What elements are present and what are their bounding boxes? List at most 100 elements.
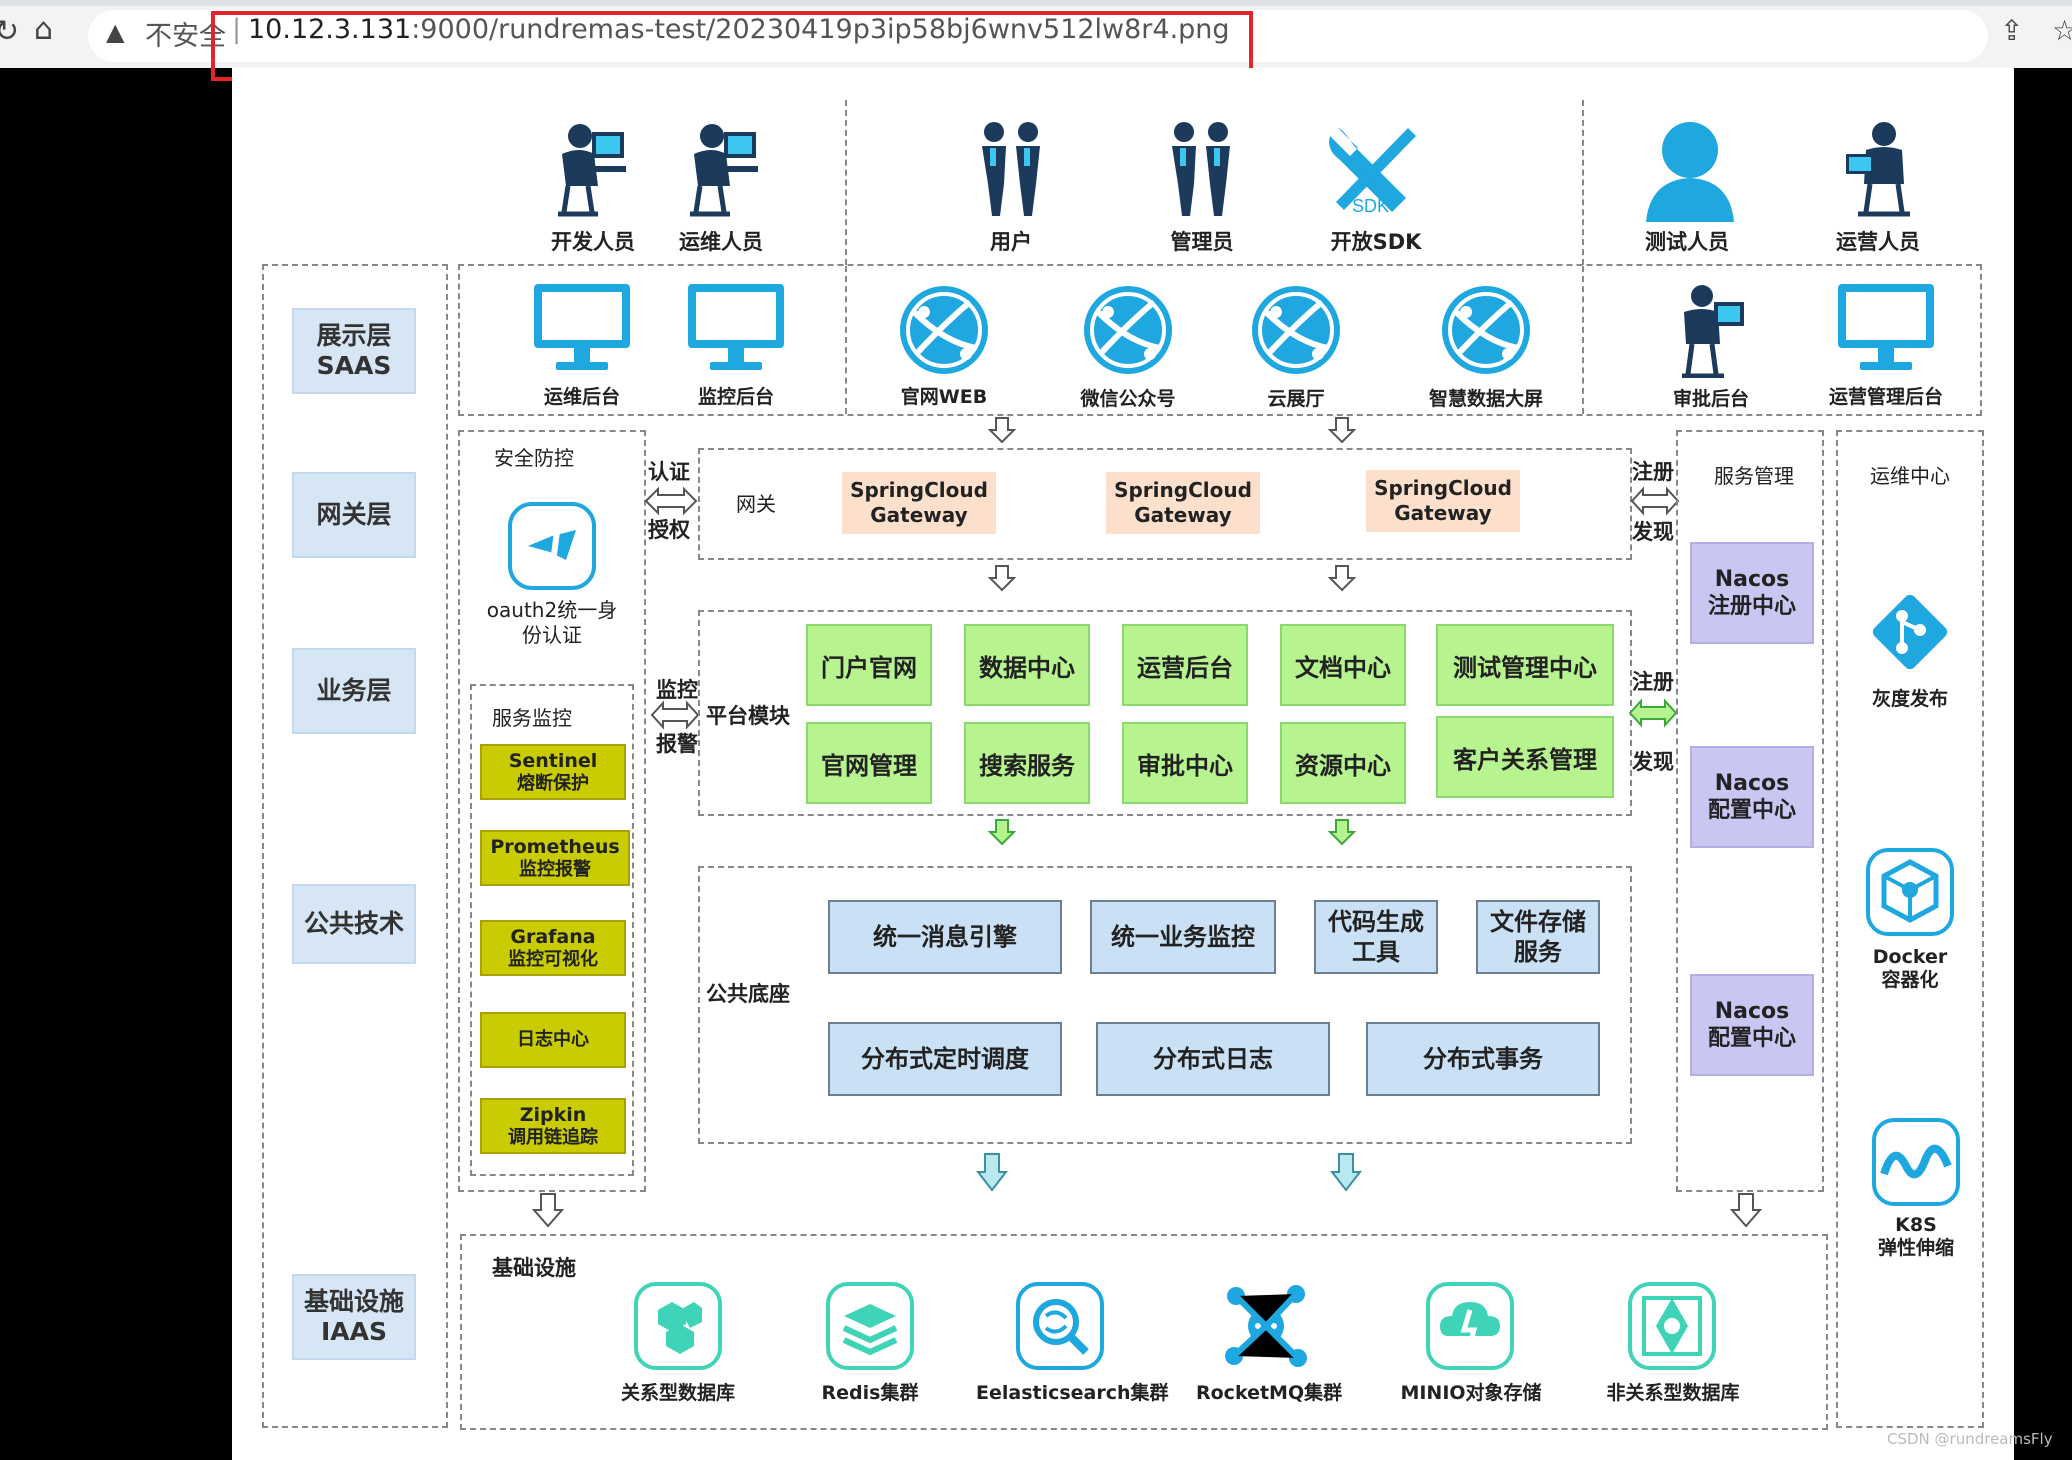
monitor-tool-desc: 监控可视化 [508,948,598,970]
layer-label: 基础设施 IAAS [303,1287,404,1346]
platform-module-label: 数据中心 [979,653,1075,682]
platform-module-label: 运营后台 [1137,653,1233,682]
nacos-label: Nacos 配置中心 [1707,998,1796,1052]
monitor-tool-name: Sentinel [508,749,598,772]
role-label: 运维人员 [679,230,763,254]
common-component: 统一消息引擎 [828,900,1062,974]
common-component-label: 代码生成 工具 [1328,908,1424,966]
arrow-down-icon [988,417,1016,444]
service-management-title: 服务管理 [1714,464,1794,488]
docker-cube-icon [1866,848,1954,936]
discover-label: 发现 [1632,750,1674,774]
infra-label: Redis集群 [821,1382,919,1404]
approver-icon [1682,285,1744,378]
nacos-label: Nacos 配置中心 [1707,770,1796,824]
platform-module: 搜索服务 [964,722,1090,804]
common-component: 统一业务监控 [1090,900,1276,974]
platform-module: 资源中心 [1280,722,1406,804]
reload-icon[interactable]: ↻ [0,14,19,49]
layer-iaas: 基础设施 IAAS [292,1274,416,1360]
platform-module-label: 客户关系管理 [1453,745,1597,774]
common-component: 文件存储 服务 [1476,900,1600,974]
warning-icon[interactable]: ▲ [106,18,124,46]
authorize-label: 授权 [648,518,690,542]
register-label: 注册 [1632,670,1674,694]
platform-module-label: 搜索服务 [979,751,1075,780]
admin-icon [1172,122,1230,216]
globe-icon [1442,286,1530,374]
common-component-label: 分布式日志 [1153,1045,1273,1073]
bookmark-star-icon[interactable]: ☆ [2052,14,2072,47]
role-label: 开放SDK [1330,230,1422,254]
common-component-label: 统一消息引擎 [873,923,1017,951]
security-title: 安全防控 [494,446,574,470]
platform-title: 平台模块 [706,704,790,728]
infra-label: 非关系型数据库 [1606,1382,1740,1404]
infra-label: 关系型数据库 [620,1382,735,1404]
monitor-tool-name: Grafana [510,925,596,948]
common-component: 代码生成 工具 [1314,900,1438,974]
home-icon[interactable]: ⌂ [34,12,53,47]
ops-label: Docker 容器化 [1872,946,1948,991]
arrow-down-icon [1328,565,1356,592]
saas-label: 审批后台 [1672,388,1749,410]
platform-module-label: 审批中心 [1137,751,1233,780]
platform-module: 测试管理中心 [1436,624,1614,706]
discover-label: 发现 [1632,520,1674,544]
layer-column [262,264,448,1428]
gateway-node: SpringCloud Gateway [1366,470,1520,532]
auth-label: 认证 [648,460,690,484]
common-component: 分布式定时调度 [828,1022,1062,1096]
platform-module-label: 测试管理中心 [1453,653,1597,682]
layer-business: 业务层 [292,648,416,734]
alarm-link-label: 报警 [656,732,698,756]
gateway-node: SpringCloud Gateway [842,472,996,534]
saas-divider-2 [1582,266,1584,414]
globe-icon [1252,286,1340,374]
platform-module: 客户关系管理 [1436,716,1614,798]
platform-module: 官网管理 [806,722,932,804]
share-icon[interactable]: ⇪ [2000,14,2023,47]
sdk-tools-icon: SDK [1329,128,1416,216]
monitor-icon [688,284,784,370]
layer-common-tech: 公共技术 [292,884,416,964]
watermark: CSDN @rundreamsFly [1887,1430,2053,1448]
ops-label: K8S 弹性伸缩 [1877,1214,1954,1259]
common-component: 分布式事务 [1366,1022,1600,1096]
layer-gateway: 网关层 [292,472,416,558]
oauth-label: oauth2统一身 份认证 [486,598,618,647]
saas-label: 运维后台 [543,386,620,408]
platform-module: 审批中心 [1122,722,1248,804]
infra-label: MINIO对象存储 [1400,1382,1542,1404]
rocketmq-network-icon [1225,1285,1307,1367]
gateway-label: SpringCloud Gateway [1374,476,1512,525]
globe-icon [1084,286,1172,374]
minio-cloud-icon [1426,1282,1514,1370]
platform-module-label: 门户官网 [821,653,917,682]
saas-label: 官网WEB [900,386,988,408]
monitor-tool-desc: 调用链追踪 [508,1126,598,1148]
ops-center-title: 运维中心 [1870,464,1950,488]
gateway-label: SpringCloud Gateway [850,478,988,527]
gateway-label: SpringCloud Gateway [1114,478,1252,527]
bidirectional-arrow-icon [644,486,698,516]
monitor-tool-name: Zipkin [519,1103,587,1126]
monitor-icon [534,284,630,370]
gateway-title: 网关 [736,492,776,516]
role-label: 管理员 [1170,230,1234,254]
gateway-node: SpringCloud Gateway [1106,472,1260,534]
k8s-wave-icon [1872,1118,1960,1206]
monitor-icon [1838,284,1934,370]
role-label: 测试人员 [1645,230,1729,254]
globe-icon [900,286,988,374]
nacos-node: Nacos 注册中心 [1690,542,1814,644]
git-branch-icon [1872,594,1948,670]
arrow-down-icon [532,1193,564,1228]
role-divider-1 [845,100,847,265]
platform-module: 门户官网 [806,624,932,706]
arrow-down-icon [1330,1153,1362,1192]
service-monitor-title: 服务监控 [492,706,572,730]
platform-module: 数据中心 [964,624,1090,706]
common-component-label: 分布式事务 [1423,1045,1543,1073]
platform-module: 运营后台 [1122,624,1248,706]
